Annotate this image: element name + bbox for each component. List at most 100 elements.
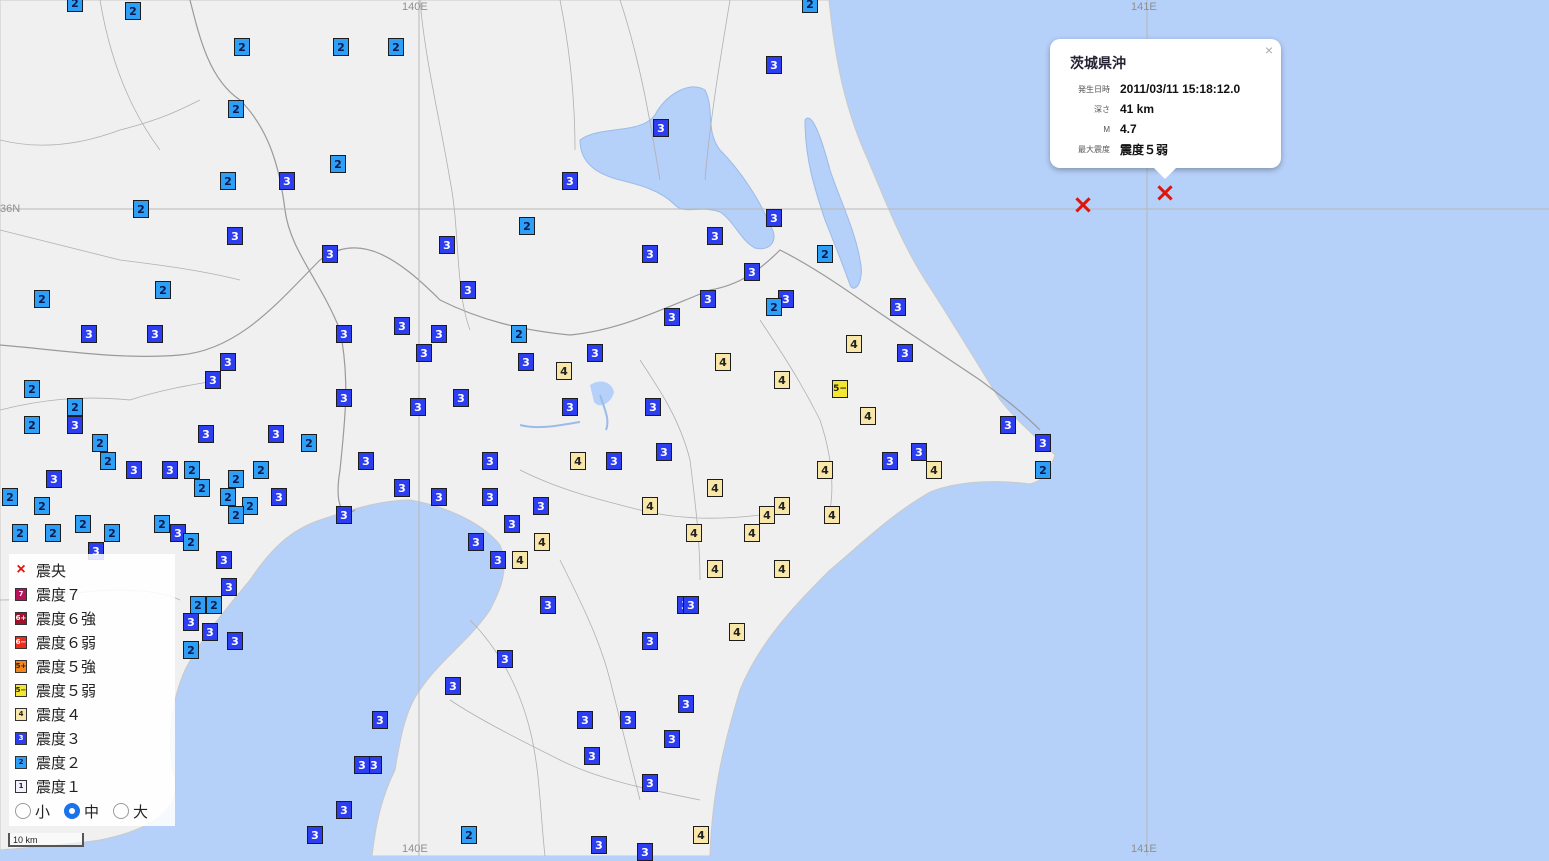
intensity-marker[interactable]: 3 — [707, 227, 723, 245]
intensity-marker[interactable]: 3 — [394, 317, 410, 335]
intensity-marker[interactable]: 3 — [645, 398, 661, 416]
intensity-marker[interactable]: 4 — [744, 524, 760, 542]
intensity-marker[interactable]: 2 — [183, 641, 199, 659]
intensity-marker[interactable]: 3 — [562, 398, 578, 416]
intensity-marker[interactable]: 3 — [678, 695, 694, 713]
intensity-marker[interactable]: 2 — [817, 245, 833, 263]
intensity-marker[interactable]: 3 — [221, 578, 237, 596]
intensity-marker[interactable]: 3 — [202, 623, 218, 641]
intensity-marker[interactable]: 3 — [205, 371, 221, 389]
intensity-marker[interactable]: 3 — [890, 298, 906, 316]
intensity-marker[interactable]: 4 — [570, 452, 586, 470]
intensity-marker[interactable]: 3 — [700, 290, 716, 308]
intensity-marker[interactable]: 3 — [911, 443, 927, 461]
intensity-marker[interactable]: 3 — [642, 632, 658, 650]
intensity-marker[interactable]: 2 — [333, 38, 349, 56]
intensity-marker[interactable]: 3 — [439, 236, 455, 254]
intensity-marker[interactable]: 4 — [686, 524, 702, 542]
intensity-marker[interactable]: 4 — [846, 335, 862, 353]
intensity-marker[interactable]: 4 — [642, 497, 658, 515]
intensity-marker[interactable]: 2 — [228, 506, 244, 524]
intensity-marker[interactable]: 3 — [1000, 416, 1016, 434]
intensity-marker[interactable]: 4 — [693, 826, 709, 844]
intensity-marker[interactable]: 3 — [453, 389, 469, 407]
intensity-marker[interactable]: 2 — [190, 596, 206, 614]
intensity-marker[interactable]: 2 — [100, 452, 116, 470]
intensity-marker[interactable]: 4 — [817, 461, 833, 479]
intensity-marker[interactable]: 2 — [766, 298, 782, 316]
intensity-marker[interactable]: 2 — [330, 155, 346, 173]
intensity-marker[interactable]: 3 — [431, 488, 447, 506]
intensity-marker[interactable]: 3 — [198, 425, 214, 443]
intensity-marker[interactable]: 3 — [587, 344, 603, 362]
intensity-marker[interactable]: 3 — [482, 488, 498, 506]
intensity-marker[interactable]: 4 — [512, 551, 528, 569]
intensity-marker[interactable]: 2 — [511, 325, 527, 343]
intensity-marker[interactable]: 3 — [497, 650, 513, 668]
intensity-marker[interactable]: 2 — [388, 38, 404, 56]
intensity-marker[interactable]: 3 — [67, 416, 83, 434]
intensity-marker[interactable]: 3 — [336, 801, 352, 819]
intensity-marker[interactable]: 3 — [372, 711, 388, 729]
intensity-marker[interactable]: 2 — [461, 826, 477, 844]
intensity-marker[interactable]: 2 — [228, 100, 244, 118]
intensity-marker[interactable]: 2 — [24, 416, 40, 434]
intensity-marker[interactable]: 2 — [75, 515, 91, 533]
intensity-marker[interactable]: 3 — [271, 488, 287, 506]
intensity-marker[interactable]: 3 — [744, 263, 760, 281]
intensity-marker[interactable]: 3 — [642, 245, 658, 263]
intensity-marker[interactable]: 3 — [518, 353, 534, 371]
intensity-marker[interactable]: 4 — [774, 497, 790, 515]
intensity-marker[interactable]: 2 — [125, 2, 141, 20]
radio-small[interactable] — [15, 803, 31, 819]
intensity-marker[interactable]: 2 — [34, 290, 50, 308]
intensity-marker[interactable]: 5− — [832, 380, 848, 398]
intensity-marker[interactable]: 4 — [707, 560, 723, 578]
intensity-marker[interactable]: 3 — [653, 119, 669, 137]
intensity-marker[interactable]: 4 — [774, 560, 790, 578]
intensity-marker[interactable]: 3 — [416, 344, 432, 362]
intensity-marker[interactable]: 3 — [216, 551, 232, 569]
intensity-marker[interactable]: 2 — [242, 497, 258, 515]
intensity-marker[interactable]: 3 — [162, 461, 178, 479]
intensity-marker[interactable]: 3 — [642, 774, 658, 792]
intensity-marker[interactable]: 3 — [897, 344, 913, 362]
epicenter-icon[interactable]: × — [1072, 192, 1094, 218]
intensity-marker[interactable]: 3 — [336, 506, 352, 524]
intensity-marker[interactable]: 2 — [45, 524, 61, 542]
intensity-marker[interactable]: 3 — [220, 353, 236, 371]
size-option-large[interactable]: 大 — [113, 801, 148, 822]
intensity-marker[interactable]: 2 — [2, 488, 18, 506]
intensity-marker[interactable]: 3 — [307, 826, 323, 844]
intensity-marker[interactable]: 4 — [715, 353, 731, 371]
intensity-marker[interactable]: 3 — [562, 172, 578, 190]
intensity-marker[interactable]: 3 — [227, 632, 243, 650]
intensity-marker[interactable]: 3 — [46, 470, 62, 488]
intensity-marker[interactable]: 3 — [394, 479, 410, 497]
intensity-marker[interactable]: 3 — [664, 730, 680, 748]
intensity-marker[interactable]: 3 — [460, 281, 476, 299]
intensity-marker[interactable]: 4 — [556, 362, 572, 380]
size-option-small[interactable]: 小 — [15, 801, 50, 822]
intensity-marker[interactable]: 3 — [183, 613, 199, 631]
intensity-marker[interactable]: 4 — [926, 461, 942, 479]
intensity-marker[interactable]: 4 — [707, 479, 723, 497]
intensity-marker[interactable]: 2 — [253, 461, 269, 479]
intensity-marker[interactable]: 3 — [482, 452, 498, 470]
intensity-marker[interactable]: 3 — [683, 596, 699, 614]
intensity-marker[interactable]: 3 — [882, 452, 898, 470]
intensity-marker[interactable]: 2 — [184, 461, 200, 479]
close-icon[interactable]: × — [1265, 42, 1273, 58]
intensity-marker[interactable]: 2 — [802, 0, 818, 13]
intensity-marker[interactable]: 2 — [519, 217, 535, 235]
intensity-marker[interactable]: 2 — [220, 172, 236, 190]
intensity-marker[interactable]: 3 — [591, 836, 607, 854]
intensity-marker[interactable]: 2 — [34, 497, 50, 515]
intensity-marker[interactable]: 4 — [824, 506, 840, 524]
size-option-medium[interactable]: 中 — [64, 801, 99, 822]
intensity-marker[interactable]: 2 — [104, 524, 120, 542]
intensity-marker[interactable]: 3 — [354, 756, 370, 774]
intensity-marker[interactable]: 3 — [533, 497, 549, 515]
intensity-marker[interactable]: 3 — [268, 425, 284, 443]
intensity-marker[interactable]: 3 — [1035, 434, 1051, 452]
